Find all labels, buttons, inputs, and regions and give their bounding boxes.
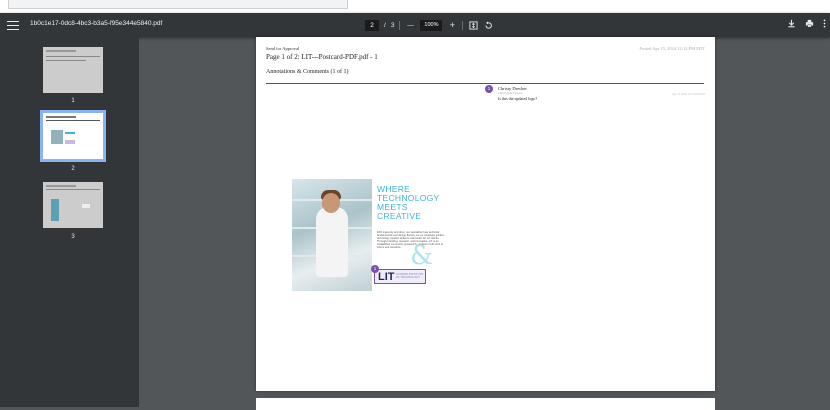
divider [399,20,401,30]
more-icon[interactable] [822,18,826,28]
annotations-heading: Annotations & Comments (1 of 1) [266,69,349,75]
zoom-out-icon[interactable]: — [405,20,415,30]
comment-avatar: 1 [485,85,493,93]
comment-text: Is this the updated logo? [498,96,538,101]
pdf-toolbar: 1b0c1e17-0dc8-4bc3-b3a5-f95e344e5840.pdf… [0,13,830,37]
page-header-small: Send for Approval [266,46,300,51]
thumbnail-label: 2 [71,166,75,172]
rotate-icon[interactable] [483,20,493,30]
comment-author-sub: Christy@LIT.Group [498,91,523,95]
posted-date: Posted Apr 15, 2024 12:12 PM EDT [639,46,705,51]
postcard-image: WHERE TECHNOLOGY MEETS CREATIVE With ing… [292,179,444,291]
print-icon[interactable] [804,18,814,28]
toolbar-actions [786,18,826,28]
zoom-in-icon[interactable]: + [447,20,457,30]
fit-page-icon[interactable] [468,20,478,30]
menu-icon[interactable] [7,18,19,32]
annotation-marker[interactable]: 1 [371,265,379,273]
page-total: 3 [390,21,395,29]
thumbnail-label: 1 [71,98,75,104]
comment-date: Apr 15 2024 12:12:00 EDT [671,92,705,96]
file-name: 1b0c1e17-0dc8-4bc3-b3a5-f95e344e5840.pdf [30,20,163,27]
divider [266,83,704,84]
page-thumbnail-2[interactable] [40,110,106,162]
postcard-photo [292,179,372,291]
postcard-logo: LIT LONDON INSTITUTE OF TECHNOLOGY [374,269,426,284]
thumbnail-sidebar: 1 2 3 [0,37,139,407]
zoom-input[interactable]: 100% [420,19,443,31]
divider [462,20,464,30]
browser-tab[interactable] [8,0,348,9]
postcard-headline: WHERE TECHNOLOGY MEETS CREATIVE [377,184,440,221]
page-thumbnail-3[interactable] [43,182,103,228]
page-thumbnail-1[interactable] [43,47,103,93]
page-separator: / [384,21,386,29]
browser-top-strip [0,0,830,13]
page-controls: 2 / 3 — 100% + [365,18,493,32]
thumbnail-label: 3 [71,234,75,240]
current-page-input[interactable]: 2 [365,19,379,31]
next-pdf-page [256,398,715,410]
ampersand-graphic: & [410,241,434,271]
download-icon[interactable] [786,18,796,28]
page-title: Page 1 of 2: LIT---Postcard-PDF.pdf - 1 [266,53,378,61]
pdf-page: Send for Approval Page 1 of 2: LIT---Pos… [256,37,715,391]
